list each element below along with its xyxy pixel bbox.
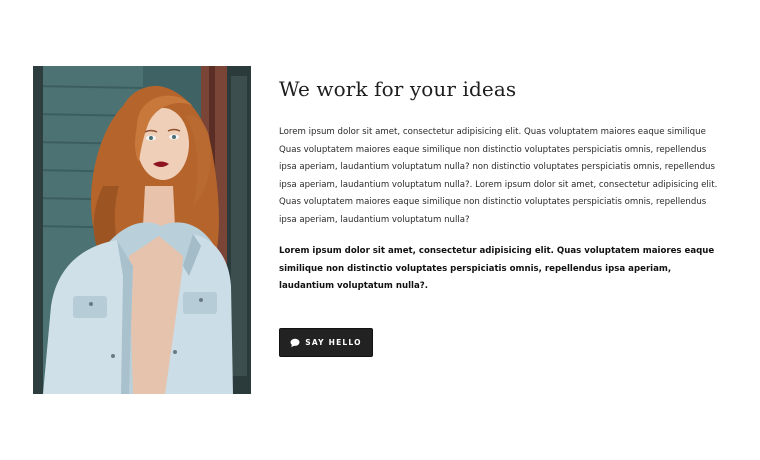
section-heading: We work for your ideas <box>279 77 517 101</box>
say-hello-button[interactable]: SAY HELLO <box>279 328 373 357</box>
say-hello-label: SAY HELLO <box>305 338 362 347</box>
chat-bubble-icon <box>290 338 300 348</box>
about-content: We work for your ideas Lorem ipsum dolor… <box>279 72 719 296</box>
section-bold-paragraph: Lorem ipsum dolor sit amet, consectetur … <box>279 246 715 291</box>
model-photo <box>33 66 251 394</box>
section-paragraph: Lorem ipsum dolor sit amet, consectetur … <box>279 127 718 225</box>
